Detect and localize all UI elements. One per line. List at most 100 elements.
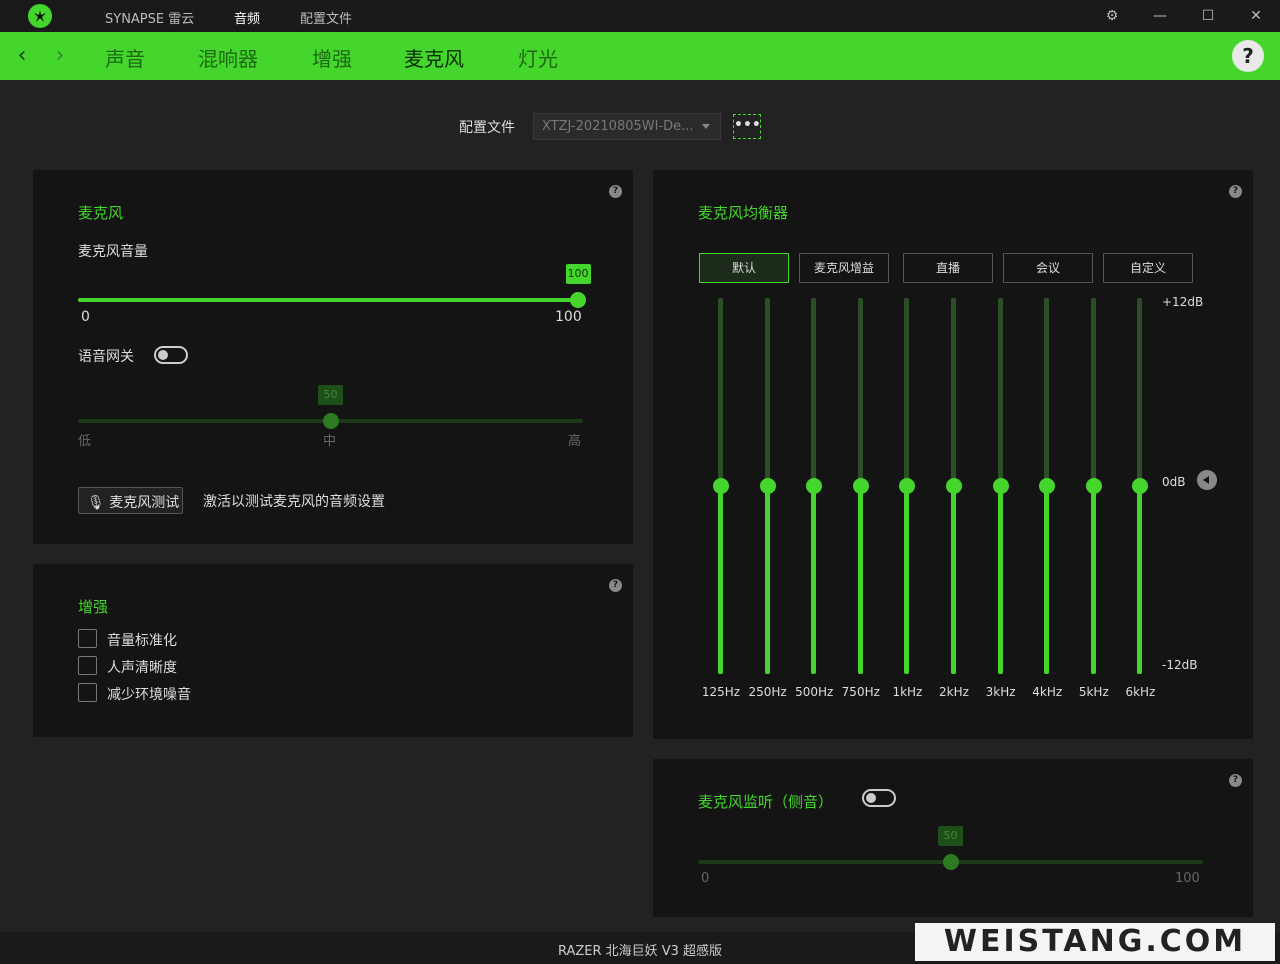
profile-more-button[interactable]: •••: [733, 114, 761, 139]
maximize-icon[interactable]: ☐: [1198, 6, 1218, 26]
eq-band-frequency: 2kHz: [939, 685, 969, 699]
eq-band-frequency: 4kHz: [1032, 685, 1063, 699]
mic-volume-slider[interactable]: [78, 298, 578, 302]
voice-gate-value-badge: 50: [318, 385, 343, 405]
top-tab-audio[interactable]: 音频: [234, 8, 260, 27]
help-icon[interactable]: ?: [1229, 774, 1242, 787]
eq-band-fill: [1090, 486, 1096, 674]
tab-sound[interactable]: 声音: [105, 43, 145, 72]
watermark-text: WEISTANG.COM: [915, 923, 1275, 961]
eq-band-slider[interactable]: [1037, 298, 1057, 674]
preset-streaming[interactable]: 直播: [903, 253, 993, 283]
eq-band-slider[interactable]: [944, 298, 964, 674]
help-icon[interactable]: ?: [609, 185, 622, 198]
preset-default[interactable]: 默认: [699, 253, 789, 283]
eq-band-fill: [997, 486, 1003, 674]
preset-meeting[interactable]: 会议: [1003, 253, 1093, 283]
brand-title[interactable]: SYNAPSE 雷云: [105, 8, 194, 27]
nav-bar: ‹ › 声音 混响器 增强 麦克风 灯光 ?: [0, 32, 1280, 80]
microphone-icon: 🎙: [87, 495, 105, 511]
sidetone-toggle[interactable]: [862, 789, 896, 807]
voice-gate-label: 语音网关: [78, 349, 134, 365]
eq-band-slider[interactable]: [1130, 298, 1150, 674]
voice-gate-low: 低: [78, 434, 92, 449]
forward-arrow-icon[interactable]: ›: [50, 42, 70, 70]
eq-band-fill: [857, 486, 863, 674]
eq-band-fill: [718, 486, 723, 674]
tab-microphone[interactable]: 麦克风: [404, 43, 464, 72]
sidetone-thumb[interactable]: [942, 854, 959, 870]
tab-lighting[interactable]: 灯光: [518, 43, 558, 72]
eq-band-frequency: 500Hz: [795, 685, 834, 699]
tab-enhance[interactable]: 增强: [312, 43, 352, 72]
sidetone-panel: ? 麦克风监听（侧音） 50 0 100: [653, 759, 1253, 917]
eq-band-thumb[interactable]: [759, 478, 776, 494]
eq-db-zero: 0dB: [1162, 475, 1186, 489]
help-icon[interactable]: ?: [609, 579, 622, 592]
mic-volume-fill: [78, 298, 578, 302]
eq-band-slider[interactable]: [1084, 298, 1104, 674]
sidetone-min: 0: [701, 871, 710, 886]
option-label: 人声清晰度: [107, 660, 177, 676]
settings-gear-icon[interactable]: ⚙: [1102, 6, 1122, 26]
eq-band-slider[interactable]: [804, 298, 824, 674]
eq-band-slider[interactable]: [897, 298, 917, 674]
back-arrow-icon[interactable]: ‹: [12, 42, 32, 70]
panel-title: 麦克风监听（侧音）: [698, 793, 834, 811]
eq-band-thumb[interactable]: [713, 478, 729, 494]
close-icon[interactable]: ✕: [1246, 6, 1266, 26]
checkbox-vocal-clarity[interactable]: [78, 656, 97, 675]
enhance-panel: ? 增强 音量标准化 人声清晰度 减少环境噪音: [33, 564, 633, 737]
checkbox-noise-reduction[interactable]: [78, 683, 97, 702]
voice-gate-toggle[interactable]: [154, 346, 188, 364]
minimize-icon[interactable]: —: [1150, 6, 1170, 26]
eq-band-thumb[interactable]: [806, 478, 823, 494]
eq-band-thumb[interactable]: [1085, 478, 1102, 494]
preset-custom[interactable]: 自定义: [1103, 253, 1193, 283]
panel-title: 麦克风: [78, 204, 124, 222]
help-icon[interactable]: ?: [1232, 40, 1264, 72]
mic-volume-max: 100: [555, 309, 582, 325]
microphone-panel: ? 麦克风 麦克风音量 100 0 100 语音网关 50 低 中 高 🎙 麦克…: [33, 170, 633, 544]
eq-band-frequency: 3kHz: [985, 685, 1016, 699]
eq-band-frequency: 5kHz: [1078, 685, 1109, 699]
voice-gate-thumb[interactable]: [322, 413, 339, 429]
eq-band-thumb[interactable]: [852, 478, 869, 494]
tab-mixer[interactable]: 混响器: [198, 43, 258, 72]
eq-db-max: +12dB: [1162, 295, 1204, 309]
eq-band-thumb[interactable]: [992, 478, 1009, 494]
title-bar: SYNAPSE 雷云 音频 配置文件 ⚙ — ☐ ✕: [0, 0, 1280, 32]
eq-band-thumb[interactable]: [899, 478, 916, 494]
preset-mic-boost[interactable]: 麦克风增益: [799, 253, 889, 283]
mic-volume-label: 麦克风音量: [78, 244, 148, 260]
option-label: 音量标准化: [107, 633, 177, 649]
eq-band-thumb[interactable]: [946, 478, 962, 494]
profile-selected-value: XTZJ-20210805WI-De...: [542, 119, 694, 134]
sidetone-max: 100: [1175, 871, 1200, 886]
mic-test-button[interactable]: 🎙 麦克风测试: [78, 487, 183, 514]
eq-band-thumb[interactable]: [1132, 478, 1149, 494]
eq-band-slider[interactable]: [851, 298, 871, 674]
eq-band-slider[interactable]: [991, 298, 1011, 674]
profile-dropdown[interactable]: XTZJ-20210805WI-De...: [533, 113, 721, 140]
help-icon[interactable]: ?: [1229, 185, 1242, 198]
eq-band-fill: [764, 486, 770, 674]
eq-band-fill: [1044, 486, 1050, 674]
eq-db-min: -12dB: [1162, 658, 1198, 672]
top-tab-profiles[interactable]: 配置文件: [300, 8, 352, 27]
eq-band-fill: [904, 486, 910, 674]
eq-reset-icon[interactable]: [1197, 470, 1217, 490]
mic-volume-thumb[interactable]: [570, 292, 586, 308]
option-label: 减少环境噪音: [107, 687, 191, 703]
eq-band-fill: [1137, 486, 1143, 674]
checkbox-volume-normalization[interactable]: [78, 629, 97, 648]
voice-gate-mid: 中: [323, 434, 337, 449]
eq-band-slider[interactable]: [758, 298, 778, 674]
razer-logo-icon[interactable]: [28, 4, 52, 28]
panel-title: 麦克风均衡器: [698, 204, 789, 222]
eq-band-slider[interactable]: [711, 298, 731, 674]
mic-test-description: 激活以测试麦克风的音频设置: [203, 494, 385, 510]
voice-gate-high: 高: [568, 434, 582, 449]
mic-volume-value-badge: 100: [565, 264, 591, 284]
eq-band-thumb[interactable]: [1039, 478, 1056, 494]
